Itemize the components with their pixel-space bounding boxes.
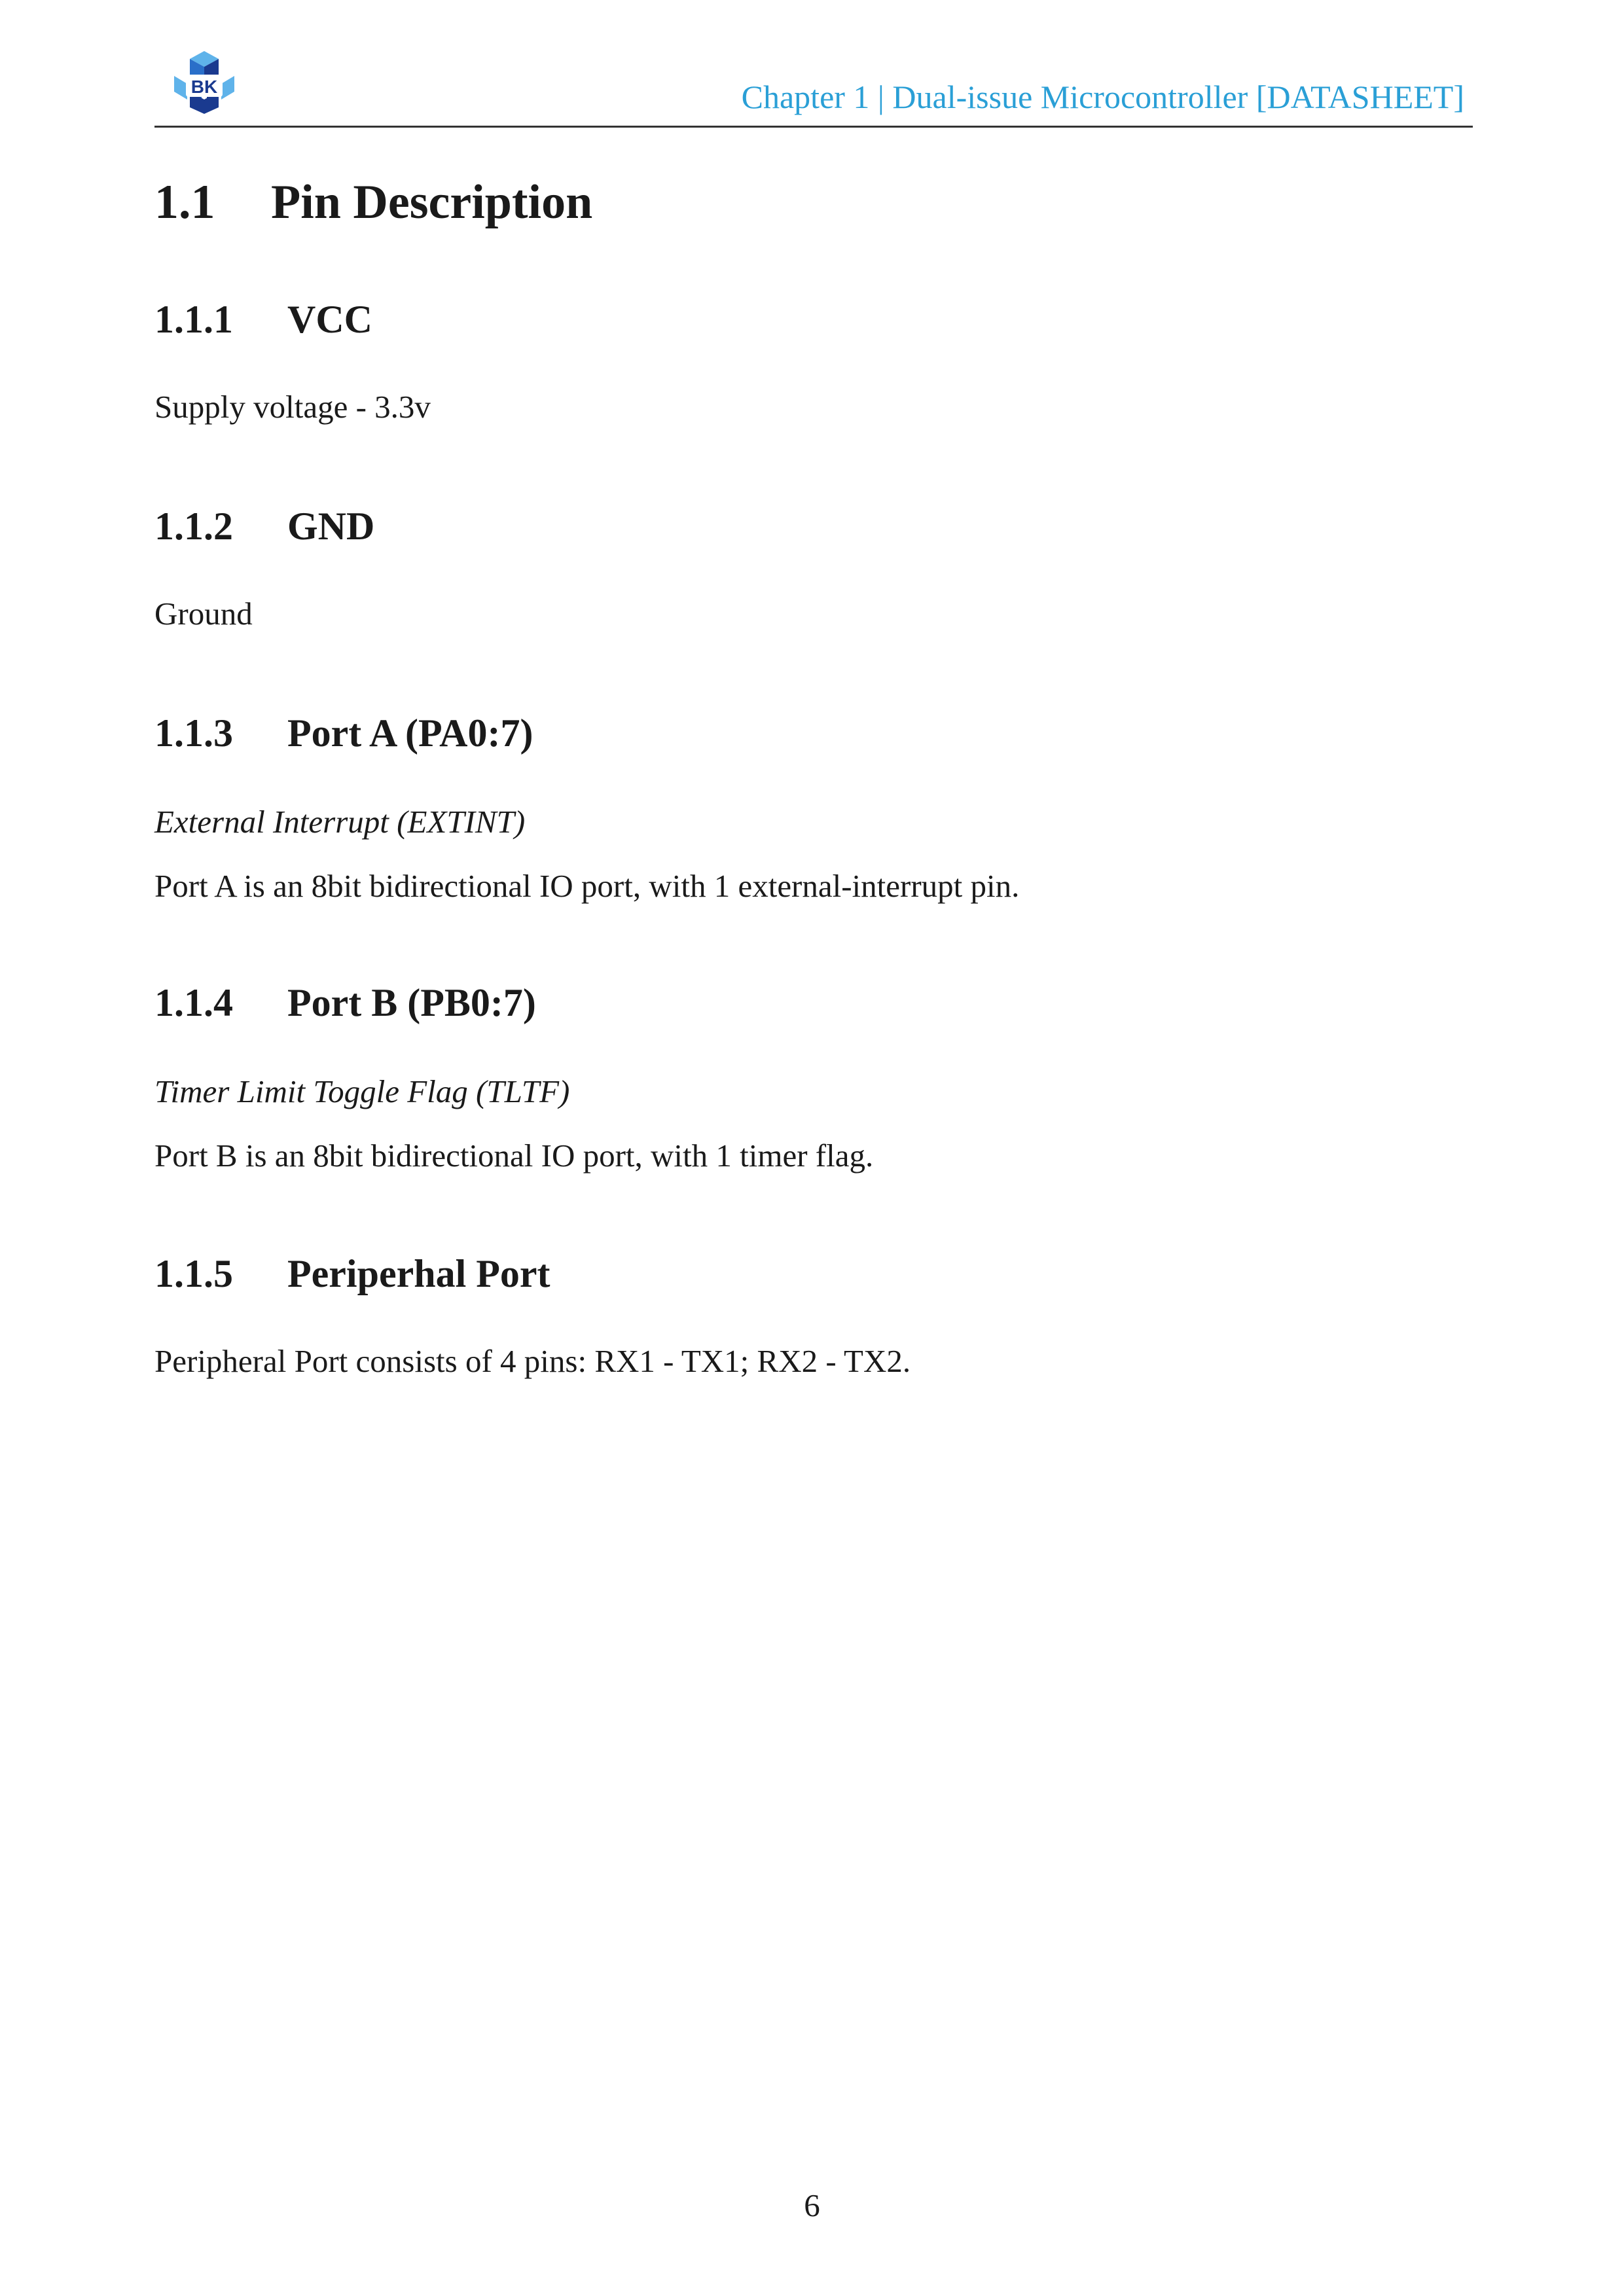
section-title: Pin Description	[271, 175, 593, 229]
subsection-number: 1.1.1	[154, 298, 233, 341]
pin-function-subtitle-port-b: Timer Limit Toggle Flag (TLTF)	[154, 1073, 570, 1109]
pin-function-subtitle-port-a: External Interrupt (EXTINT)	[154, 804, 526, 840]
logo-text: BK	[191, 77, 217, 97]
subsection-title: Port B (PB0:7)	[287, 981, 536, 1024]
section-heading: 1.1 Pin Description	[154, 173, 592, 232]
body-paragraph-port-b: Port B is an 8bit bidirectional IO port,…	[154, 1138, 874, 1174]
running-header: Chapter 1 | Dual-issue Microcontroller […	[741, 79, 1464, 115]
body-paragraph-gnd: Ground	[154, 596, 253, 632]
subsection-number: 1.1.2	[154, 505, 233, 548]
section-number: 1.1	[154, 175, 215, 229]
subsection-heading-port-a: 1.1.3 Port A (PA0:7)	[154, 709, 533, 757]
body-paragraph-vcc: Supply voltage - 3.3v	[154, 389, 431, 425]
subsection-title: GND	[287, 505, 375, 548]
subsection-number: 1.1.5	[154, 1252, 233, 1295]
page-number: 6	[804, 2187, 820, 2223]
subsection-heading-vcc: 1.1.1 VCC	[154, 296, 372, 343]
subsection-title: Periperhal Port	[287, 1252, 550, 1295]
subsection-number: 1.1.3	[154, 711, 233, 755]
subsection-heading-port-b: 1.1.4 Port B (PB0:7)	[154, 979, 536, 1026]
body-paragraph-port-a: Port A is an 8bit bidirectional IO port,…	[154, 868, 1020, 904]
body-paragraph-peripheral-port: Peripheral Port consists of 4 pins: RX1 …	[154, 1343, 911, 1379]
subsection-heading-peripheral-port: 1.1.5 Periperhal Port	[154, 1250, 550, 1297]
header-rule	[154, 126, 1473, 128]
subsection-heading-gnd: 1.1.2 GND	[154, 503, 374, 550]
subsection-title: VCC	[287, 298, 372, 341]
university-logo-icon: BK	[171, 50, 237, 115]
subsection-title: Port A (PA0:7)	[287, 711, 533, 755]
subsection-number: 1.1.4	[154, 981, 233, 1024]
